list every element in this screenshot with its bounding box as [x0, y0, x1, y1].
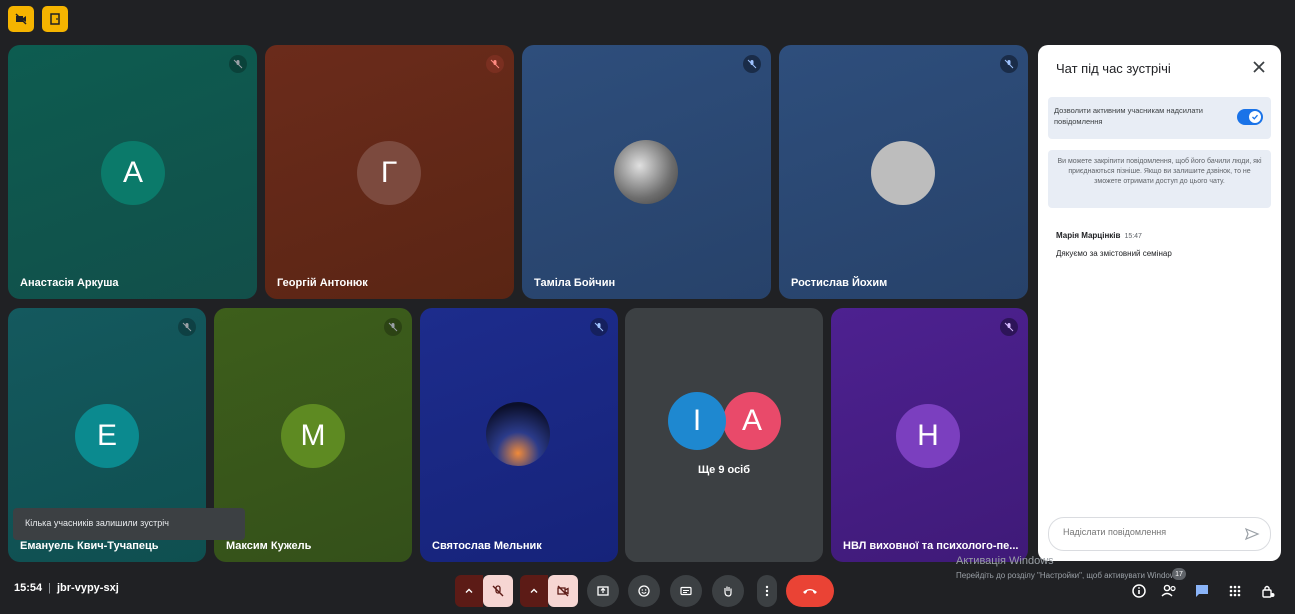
avatar-photo	[614, 140, 678, 204]
participant-name: Ростислав Йохим	[791, 277, 888, 289]
avatar: Н	[896, 404, 960, 468]
people-button[interactable]	[1160, 582, 1178, 600]
mic-off-icon	[486, 55, 504, 73]
meeting-code: jbr-vypy-sxj	[57, 582, 119, 594]
camera-options-button[interactable]	[520, 575, 548, 607]
activities-button[interactable]	[1226, 582, 1244, 600]
check-icon	[1249, 111, 1261, 123]
notification-toast: Кілька учасників залишили зустріч	[13, 508, 245, 540]
people-count-badge: 17	[1172, 568, 1186, 580]
more-vert-icon	[765, 585, 769, 597]
mic-off-icon	[384, 318, 402, 336]
allow-messages-toggle[interactable]	[1237, 109, 1263, 125]
pin-info-text: Ви можете закріпити повідомлення, щоб йо…	[1057, 158, 1262, 185]
participant-name: Георгій Антонюк	[277, 277, 368, 289]
raise-hand-button[interactable]	[712, 575, 744, 607]
participant-name: Максим Кужель	[226, 540, 312, 552]
pin-info-box: Ви можете закріпити повідомлення, щоб йо…	[1048, 150, 1271, 208]
meeting-info: 15:54 | jbr-vypy-sxj	[14, 582, 119, 594]
mic-options-button[interactable]	[455, 575, 483, 607]
participant-name: НВЛ виховної та психолого-пе...	[843, 540, 1019, 552]
avatar: І	[668, 392, 726, 450]
mic-off-icon	[1000, 55, 1018, 73]
chat-icon	[1196, 585, 1208, 597]
chat-message-input[interactable]	[1061, 526, 1235, 538]
avatar-photo	[486, 402, 550, 466]
avatar-initial: Е	[96, 419, 117, 452]
avatar: А	[723, 392, 781, 450]
door-icon[interactable]	[42, 6, 68, 32]
mic-off-icon	[492, 585, 504, 597]
camera-toggle-button[interactable]	[548, 575, 578, 607]
avatar-initial: А	[741, 404, 762, 437]
captions-button[interactable]	[670, 575, 702, 607]
avatar-initial: М	[300, 419, 326, 452]
participant-name: Таміла Бойчин	[534, 277, 616, 289]
more-options-button[interactable]	[757, 575, 777, 607]
others-count-label: Ще 9 осіб	[697, 464, 751, 476]
chevron-up-icon	[530, 588, 538, 593]
chat-button[interactable]	[1193, 582, 1211, 600]
mic-off-icon	[1000, 318, 1018, 336]
top-icons	[8, 6, 68, 32]
avatar-photo	[871, 141, 935, 205]
avatar-initial: І	[692, 404, 702, 437]
mic-off-icon	[590, 318, 608, 336]
mic-off-icon	[178, 318, 196, 336]
windows-activation-text: Перейдіть до розділу "Настройки", щоб ак…	[956, 571, 1182, 580]
present-icon	[597, 586, 609, 596]
allow-messages-label: Дозволити активним учасникам надсилати п…	[1054, 106, 1203, 126]
participant-tile[interactable]: Г Георгій Антонюк	[265, 45, 514, 299]
separator: |	[48, 582, 51, 594]
reactions-button[interactable]	[628, 575, 660, 607]
leave-call-button[interactable]	[786, 575, 834, 607]
captions-icon	[680, 586, 692, 596]
camera-off-icon	[557, 585, 569, 597]
people-icon	[1161, 584, 1176, 597]
host-controls-button[interactable]	[1259, 582, 1277, 600]
avatar: Е	[75, 404, 139, 468]
message-author: Марія Марцінків	[1056, 231, 1121, 240]
close-icon[interactable]	[1251, 59, 1267, 75]
lock-person-icon	[1262, 585, 1275, 598]
participant-name: Святослав Мельник	[432, 540, 542, 552]
avatar-initial: Н	[917, 419, 939, 452]
info-icon	[1132, 584, 1146, 598]
hand-icon	[724, 586, 732, 597]
participant-name: Анастасія Аркуша	[20, 277, 119, 289]
avatar: Г	[357, 141, 421, 205]
participant-tile[interactable]: А Анастасія Аркуша	[8, 45, 257, 299]
chat-panel: Чат під час зустрічі Дозволити активним …	[1038, 45, 1281, 561]
call-end-icon	[803, 589, 817, 594]
message-text: Дякуємо за змістовний семінар	[1056, 249, 1172, 258]
mic-off-icon	[743, 55, 761, 73]
toast-text: Кілька учасників залишили зустріч	[25, 518, 169, 528]
avatar-initial: Г	[380, 156, 398, 189]
participant-tile[interactable]: Н НВЛ виховної та психолого-пе...	[831, 308, 1028, 562]
camera-off-status-icon[interactable]	[8, 6, 34, 32]
avatar: М	[281, 404, 345, 468]
current-time: 15:54	[14, 582, 43, 594]
present-screen-button[interactable]	[587, 575, 619, 607]
chat-title: Чат під час зустрічі	[1056, 61, 1171, 76]
message-time: 15:47	[1124, 233, 1142, 240]
avatar-initial: А	[122, 156, 143, 189]
participant-tile[interactable]: Ростислав Йохим	[779, 45, 1028, 299]
participant-name: Емануель Квич-Тучапець	[20, 540, 159, 552]
mic-toggle-button[interactable]	[483, 575, 513, 607]
mic-off-icon	[229, 55, 247, 73]
emoji-icon	[638, 585, 650, 597]
apps-grid-icon	[1229, 585, 1241, 597]
participant-tile[interactable]: Святослав Мельник	[420, 308, 618, 562]
windows-activation-title: Активація Windows	[956, 555, 1054, 567]
meeting-details-button[interactable]	[1130, 582, 1148, 600]
others-tile[interactable]: І А Ще 9 осіб	[625, 308, 823, 562]
chevron-up-icon	[465, 588, 473, 593]
allow-messages-setting: Дозволити активним учасникам надсилати п…	[1048, 97, 1271, 139]
chat-message: Марія Марцінків 15:47 Дякуємо за змістовн…	[1056, 225, 1266, 258]
send-icon[interactable]	[1244, 526, 1260, 542]
chat-input-box	[1048, 517, 1271, 551]
avatar: А	[101, 141, 165, 205]
participant-tile[interactable]: Таміла Бойчин	[522, 45, 771, 299]
